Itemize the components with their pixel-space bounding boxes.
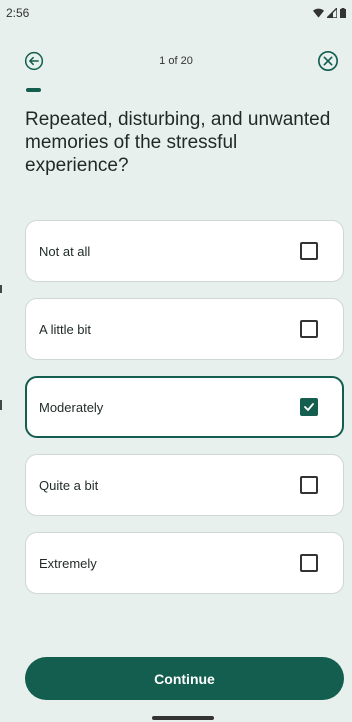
question-text: Repeated, disturbing, and unwanted memor…	[25, 109, 331, 176]
option-label: Moderately	[39, 399, 104, 415]
checkbox-icon[interactable]	[300, 476, 318, 494]
option-label: A little bit	[39, 321, 92, 337]
header: 1 of 20	[0, 46, 352, 76]
status-time: 2:56	[6, 6, 30, 20]
progress-text: 1 of 20	[159, 55, 193, 67]
checkbox-icon[interactable]	[300, 242, 318, 260]
option-card[interactable]: Extremely	[25, 532, 344, 594]
checkbox-icon[interactable]	[300, 320, 318, 338]
options-list: Not at all A little bit Moderately Quite a …	[25, 220, 344, 610]
option-label: Not at all	[39, 243, 91, 259]
edge-marker	[0, 285, 2, 293]
progress-fill	[26, 88, 41, 92]
wifi-icon	[313, 8, 324, 18]
status-icons	[313, 8, 346, 18]
progress-bar	[26, 88, 326, 92]
edge-marker	[0, 400, 2, 410]
signal-icon	[327, 8, 337, 18]
option-card[interactable]: A little bit	[25, 298, 344, 360]
option-label: Extremely	[39, 555, 97, 571]
checkbox-checked-icon[interactable]	[300, 398, 318, 416]
option-label: Quite a bit	[39, 477, 99, 493]
option-card[interactable]: Moderately	[25, 376, 344, 438]
option-card[interactable]: Quite a bit	[25, 454, 344, 516]
close-circle-icon[interactable]	[316, 49, 340, 73]
checkbox-icon[interactable]	[300, 554, 318, 572]
continue-button[interactable]: Continue	[25, 657, 344, 700]
arrow-left-circle-icon[interactable]	[22, 49, 46, 73]
status-bar: 2:56	[0, 0, 352, 26]
home-indicator[interactable]	[152, 716, 214, 720]
option-card[interactable]: Not at all	[25, 220, 344, 282]
battery-icon	[340, 8, 346, 18]
